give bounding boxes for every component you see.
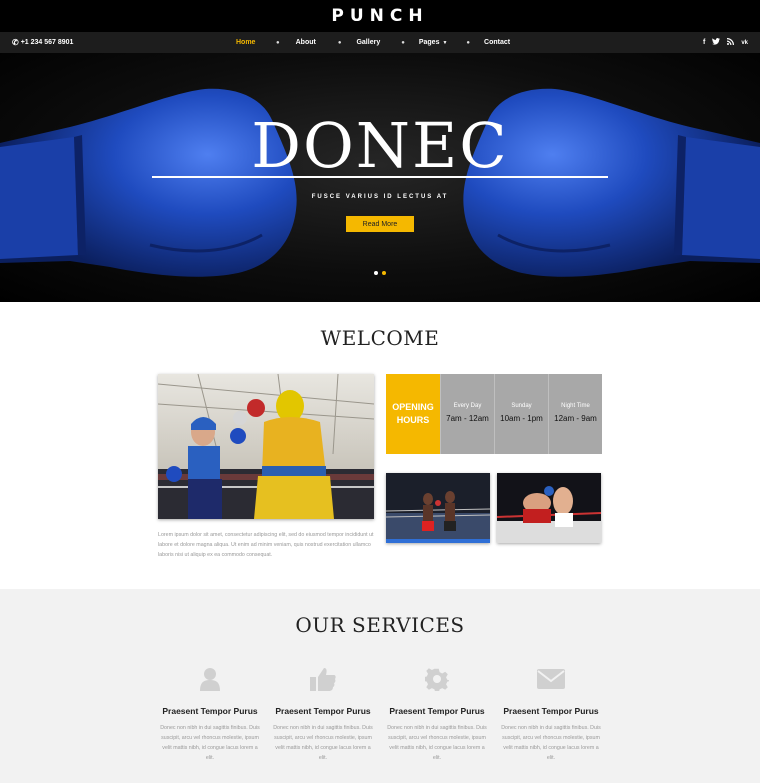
main-nav: Home ● About ● Gallery ● Pages ▼ ● Conta… — [236, 32, 510, 53]
nav-about[interactable]: About — [296, 39, 316, 46]
nav-home[interactable]: Home — [236, 39, 256, 46]
slider-dot-1[interactable] — [374, 271, 378, 275]
brand-bar: PUNCH — [0, 0, 760, 32]
service-text: Donec non nibh in dui sagittis finibus. … — [160, 725, 260, 761]
service-text: Donec non nibh in dui sagittis finibus. … — [387, 725, 487, 761]
thumbs-up-icon — [271, 664, 375, 694]
nav-pages-dropdown[interactable]: Pages ▼ — [419, 39, 448, 46]
service-text: Donec non nibh in dui sagittis finibus. … — [273, 725, 373, 761]
gallery-photo-2[interactable] — [497, 473, 601, 543]
hero-divider — [152, 176, 608, 178]
service-title: Praesent Tempor Purus — [275, 706, 371, 716]
top-navbar: ✆ +1 234 567 8901 Home ● About ● Gallery… — [0, 32, 760, 53]
services-section: OUR SERVICES Praesent Tempor Purus Donec… — [0, 589, 760, 783]
service-card: Praesent Tempor Purus Donec non nibh in … — [499, 664, 603, 763]
hours-day: Night Time — [561, 403, 590, 409]
gallery-photo-1[interactable] — [386, 473, 490, 543]
hours-time: 12am - 9am — [554, 414, 597, 423]
boxing-match-photo — [158, 374, 374, 519]
read-more-button[interactable]: Read More — [346, 216, 414, 232]
nav-separator: ● — [276, 39, 280, 46]
nav-separator: ● — [337, 39, 342, 46]
hours-time: 10am - 1pm — [500, 414, 543, 423]
service-card: Praesent Tempor Purus Donec non nibh in … — [385, 664, 489, 763]
nav-separator: ● — [401, 39, 405, 46]
opening-hours-table: OPENING HOURS Every Day 7am - 12am Sunda… — [386, 374, 602, 454]
service-title: Praesent Tempor Purus — [503, 706, 599, 716]
hours-day: Sunday — [511, 403, 532, 409]
gear-icon — [385, 664, 489, 694]
chevron-down-icon: ▼ — [442, 39, 448, 46]
hero-subtitle: FUSCE VARIUS ID LECTUS AT — [311, 194, 449, 200]
welcome-heading: WELCOME — [320, 326, 440, 350]
service-title: Praesent Tempor Purus — [389, 706, 485, 716]
facebook-icon[interactable]: f — [703, 39, 705, 46]
hours-column: Every Day 7am - 12am — [440, 374, 494, 454]
user-icon — [158, 664, 262, 694]
services-heading: OUR SERVICES — [295, 613, 465, 637]
twitter-icon[interactable] — [712, 38, 721, 47]
phone-number: +1 234 567 8901 — [20, 39, 74, 46]
slider-dot-2[interactable] — [382, 271, 386, 275]
site-logo[interactable]: PUNCH — [331, 6, 428, 26]
hours-column: Sunday 10am - 1pm — [494, 374, 548, 454]
rss-icon[interactable] — [727, 38, 735, 47]
service-card: Praesent Tempor Purus Donec non nibh in … — [271, 664, 375, 763]
vk-icon[interactable]: vk — [741, 40, 748, 46]
opening-hours-label-line1: OPENING — [392, 402, 434, 412]
nav-gallery[interactable]: Gallery — [356, 39, 380, 46]
hero-title: DONEC — [251, 109, 509, 182]
social-links: f vk — [703, 32, 748, 53]
service-title: Praesent Tempor Purus — [162, 706, 258, 716]
service-card: Praesent Tempor Purus Donec non nibh in … — [158, 664, 262, 763]
hours-time: 7am - 12am — [446, 414, 489, 423]
welcome-text: Lorem ipsum dolor sit amet, consectetur … — [158, 532, 374, 558]
phone-contact: ✆ +1 234 567 8901 — [12, 32, 73, 53]
nav-contact[interactable]: Contact — [484, 39, 510, 46]
hours-column: Night Time 12am - 9am — [548, 374, 602, 454]
hours-day: Every Day — [453, 403, 482, 409]
hero-slider: DONEC FUSCE VARIUS ID LECTUS AT Read Mor… — [0, 53, 760, 302]
nav-separator: ● — [466, 39, 471, 46]
envelope-icon — [499, 664, 603, 694]
opening-hours-label-line2: HOURS — [396, 415, 430, 425]
nav-pages[interactable]: Pages — [419, 39, 440, 46]
service-text: Donec non nibh in dui sagittis finibus. … — [501, 725, 601, 761]
phone-icon: ✆ — [12, 38, 19, 47]
opening-hours-label: OPENING HOURS — [386, 374, 440, 454]
